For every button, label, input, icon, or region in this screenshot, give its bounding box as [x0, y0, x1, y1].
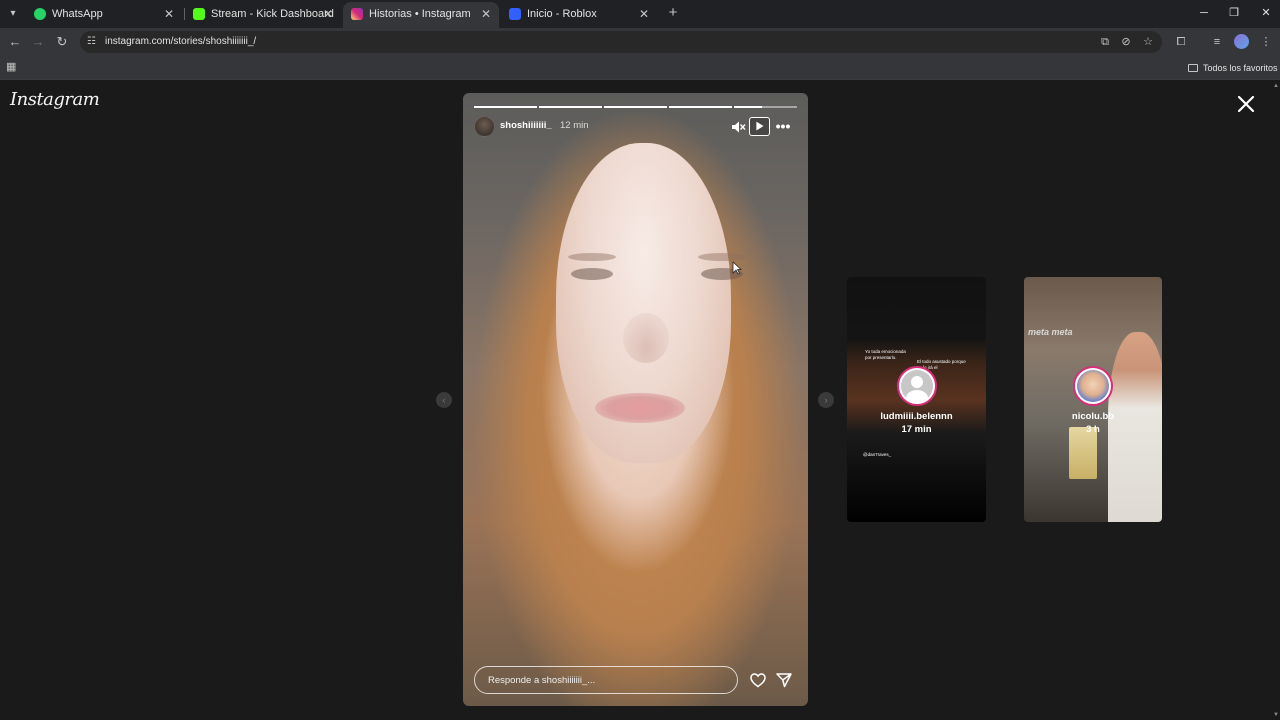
browser-tab-bar: ▾ WhatsApp ✕ Stream - Kick Dashboard ✕ H…: [0, 0, 1280, 28]
reload-icon[interactable]: ↻: [53, 33, 71, 51]
story-header: shoshiiiiiii_ 12 min •••: [474, 116, 797, 138]
preview-avatar: [897, 366, 937, 406]
reply-input[interactable]: [475, 667, 737, 693]
user-photo-icon: [1077, 370, 1109, 402]
story-user-avatar[interactable]: [474, 116, 495, 137]
like-heart-icon[interactable]: [749, 671, 767, 689]
upcoming-story-nicolu-bb[interactable]: meta meta nicolu.bb 3 h: [1024, 277, 1162, 522]
folder-icon: [1188, 64, 1198, 72]
story-progress-bar: [474, 106, 797, 108]
site-info-icon[interactable]: ☷: [87, 34, 101, 50]
close-tab-icon[interactable]: ✕: [164, 2, 174, 26]
close-tab-icon[interactable]: ✕: [481, 2, 491, 26]
photo-detail: [595, 393, 685, 423]
photo-detail: [568, 253, 616, 261]
photo-detail: [698, 253, 746, 261]
active-story[interactable]: shoshiiiiiii_ 12 min •••: [463, 93, 808, 706]
bookmarks-bar: ▦ Todos los favoritos: [0, 56, 1280, 80]
story-progress-segment: [669, 106, 732, 108]
story-progress-fill: [474, 106, 537, 108]
new-tab-button[interactable]: +: [664, 4, 682, 22]
story-progress-fill: [734, 106, 763, 108]
photo-detail: [623, 313, 669, 363]
next-story-arrow-icon[interactable]: ›: [818, 392, 834, 408]
tab-whatsapp[interactable]: WhatsApp ✕: [26, 2, 182, 26]
story-username[interactable]: shoshiiiiiii_: [500, 120, 552, 131]
story-progress-fill: [539, 106, 602, 108]
preview-timestamp: 17 min: [901, 424, 932, 435]
story-progress-fill: [604, 106, 667, 108]
close-stories-icon[interactable]: [1235, 93, 1257, 115]
folder-label: Todos los favoritos: [1203, 63, 1278, 73]
instagram-logo[interactable]: Instagram: [10, 89, 100, 110]
preview-username: nicolu.bb: [1071, 411, 1115, 422]
tab-roblox[interactable]: Inicio - Roblox ✕: [501, 2, 657, 26]
previous-story-arrow-icon[interactable]: ‹: [436, 392, 452, 408]
tab-label: Inicio - Roblox: [527, 8, 597, 20]
mouse-cursor-icon: [732, 261, 742, 275]
story-progress-segment: [734, 106, 797, 108]
story-timestamp: 12 min: [560, 120, 589, 131]
kick-icon: [193, 8, 205, 20]
media-controls-icon[interactable]: ≡: [1208, 33, 1226, 51]
tab-label: WhatsApp: [52, 8, 103, 20]
instagram-icon: [351, 8, 363, 20]
play-button[interactable]: [749, 117, 770, 136]
muted-speaker-icon[interactable]: [730, 119, 746, 135]
restore-icon[interactable]: ❐: [1224, 4, 1244, 22]
apps-grid-icon[interactable]: ▦: [6, 60, 20, 74]
tab-instagram-stories[interactable]: Historias • Instagram ✕: [343, 2, 499, 28]
avatar-part: [911, 376, 923, 388]
more-options-icon[interactable]: •••: [775, 119, 791, 135]
tab-label: Stream - Kick Dashboard: [211, 8, 334, 20]
reply-field-wrapper: [474, 666, 738, 694]
tab-search-chevron-icon[interactable]: ▾: [4, 5, 22, 23]
forward-icon[interactable]: →: [29, 33, 47, 51]
back-icon[interactable]: ←: [6, 33, 24, 51]
install-app-icon[interactable]: ⧉: [1096, 33, 1114, 51]
eye-off-icon[interactable]: ⊘: [1117, 33, 1135, 51]
window-close-icon[interactable]: ✕: [1256, 4, 1276, 22]
tab-label: Historias • Instagram: [369, 8, 471, 20]
minimize-icon[interactable]: ─: [1194, 4, 1214, 22]
instagram-stories-page: Instagram ‹ › shoshiiiiiii_ 12 min ••• R…: [0, 81, 1272, 720]
profile-avatar[interactable]: [1234, 34, 1249, 49]
story-progress-segment: [604, 106, 667, 108]
all-bookmarks-folder[interactable]: Todos los favoritos: [1188, 61, 1278, 75]
url-text[interactable]: instagram.com/stories/shoshiiiiiii_/: [105, 31, 256, 53]
extensions-icon[interactable]: ⧠: [1172, 33, 1190, 51]
roblox-icon: [509, 8, 521, 20]
story-progress-segment: [539, 106, 602, 108]
close-tab-icon[interactable]: ✕: [639, 2, 649, 26]
play-icon: [756, 121, 764, 131]
whatsapp-icon: [34, 8, 46, 20]
page-scrollbar[interactable]: ▲ ▼: [1272, 81, 1280, 720]
story-overlay-text: meta meta: [1028, 327, 1073, 337]
tab-kick-dashboard[interactable]: Stream - Kick Dashboard ✕: [185, 2, 341, 26]
browser-menu-icon[interactable]: ⋮: [1257, 33, 1275, 51]
preview-timestamp: 3 h: [1086, 424, 1100, 435]
preview-username: ludmiiii.belennn: [880, 411, 953, 422]
default-user-icon: [901, 370, 933, 402]
upcoming-story-ludmiiii-belennn[interactable]: Yo toda emocionada por presentarlo. El t…: [847, 277, 986, 522]
scroll-down-icon[interactable]: ▼: [1273, 712, 1279, 718]
scroll-up-icon[interactable]: ▲: [1273, 83, 1279, 89]
preview-avatar: [1073, 366, 1113, 406]
photo-detail: [571, 268, 613, 280]
story-progress-fill: [669, 106, 732, 108]
story-overlay-text: @dan7raves_: [863, 452, 892, 457]
story-overlay-text: Yo toda emocionada por presentarlo.: [865, 349, 906, 360]
avatar-part: [906, 390, 928, 402]
send-direct-icon[interactable]: [775, 671, 793, 689]
story-progress-segment: [474, 106, 537, 108]
close-tab-icon[interactable]: ✕: [323, 2, 333, 26]
bookmark-star-icon[interactable]: ☆: [1139, 33, 1157, 51]
browser-toolbar: ← → ↻ ☷ instagram.com/stories/shoshiiiii…: [0, 28, 1280, 56]
address-bar[interactable]: ☷ instagram.com/stories/shoshiiiiiii_/: [80, 31, 1162, 53]
